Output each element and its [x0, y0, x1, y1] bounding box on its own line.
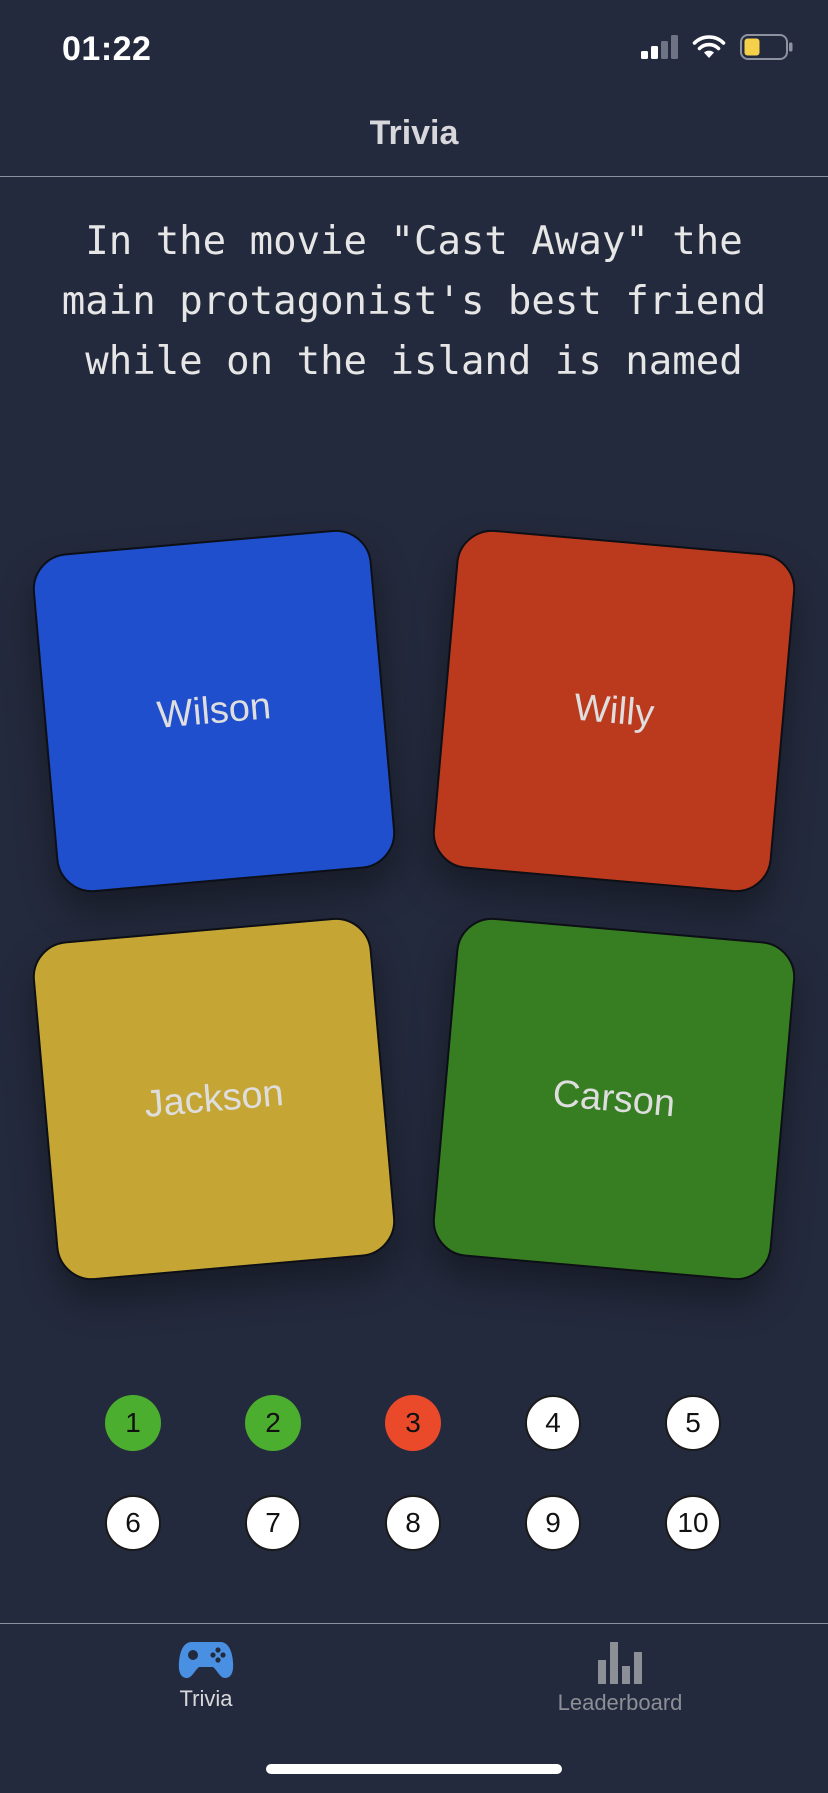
status-time: 01:22	[62, 30, 152, 68]
answer-card-willy[interactable]: Willy	[429, 526, 799, 896]
progress-dot: 2	[245, 1395, 301, 1451]
progress-dot-number: 4	[545, 1407, 561, 1438]
progress-dot-number: 3	[405, 1407, 421, 1438]
question-progress: 1 2 3 4 5 6 7 8 9 10	[0, 1395, 828, 1555]
question-text: In the movie "Cast Away" the main protag…	[61, 219, 767, 384]
progress-dot: 10	[665, 1495, 721, 1551]
progress-dot: 5	[665, 1395, 721, 1451]
progress-dot: 9	[525, 1495, 581, 1551]
tab-trivia[interactable]: Trivia	[106, 1638, 306, 1738]
progress-dot-number: 2	[265, 1407, 281, 1438]
progress-dot-number: 10	[677, 1507, 709, 1538]
home-indicator[interactable]	[266, 1764, 562, 1774]
progress-dot: 7	[245, 1495, 301, 1551]
status-icons	[640, 34, 794, 60]
tab-leaderboard-label: Leaderboard	[557, 1690, 683, 1715]
battery-icon	[740, 34, 793, 60]
progress-dot-number: 7	[265, 1507, 281, 1538]
answer-label: Jackson	[142, 1071, 286, 1126]
answer-card-carson[interactable]: Carson	[429, 914, 799, 1284]
answer-card-wilson[interactable]: Wilson	[29, 526, 399, 896]
cellular-signal-icon	[641, 35, 678, 59]
nav-header: Trivia	[0, 100, 828, 177]
status-bar: 01:22	[0, 0, 828, 100]
wifi-icon	[692, 35, 726, 58]
page-title: Trivia	[369, 114, 459, 152]
progress-dot-number: 1	[125, 1407, 141, 1438]
answer-label: Wilson	[155, 684, 273, 737]
progress-dot: 8	[385, 1495, 441, 1551]
progress-dot-number: 8	[405, 1507, 421, 1538]
answer-label: Carson	[551, 1072, 677, 1125]
answer-label: Willy	[572, 686, 656, 735]
progress-dot-number: 9	[545, 1507, 561, 1538]
progress-dot: 3	[385, 1395, 441, 1451]
progress-dot: 6	[105, 1495, 161, 1551]
progress-dot: 1	[105, 1395, 161, 1451]
answer-card-jackson[interactable]: Jackson	[29, 914, 399, 1284]
gamepad-icon	[178, 1642, 234, 1678]
progress-dot-number: 5	[685, 1407, 701, 1438]
tab-leaderboard[interactable]: Leaderboard	[520, 1638, 720, 1738]
bar-chart-icon	[598, 1642, 642, 1684]
progress-dot: 4	[525, 1395, 581, 1451]
tab-trivia-label: Trivia	[179, 1686, 233, 1711]
progress-dot-number: 6	[125, 1507, 141, 1538]
